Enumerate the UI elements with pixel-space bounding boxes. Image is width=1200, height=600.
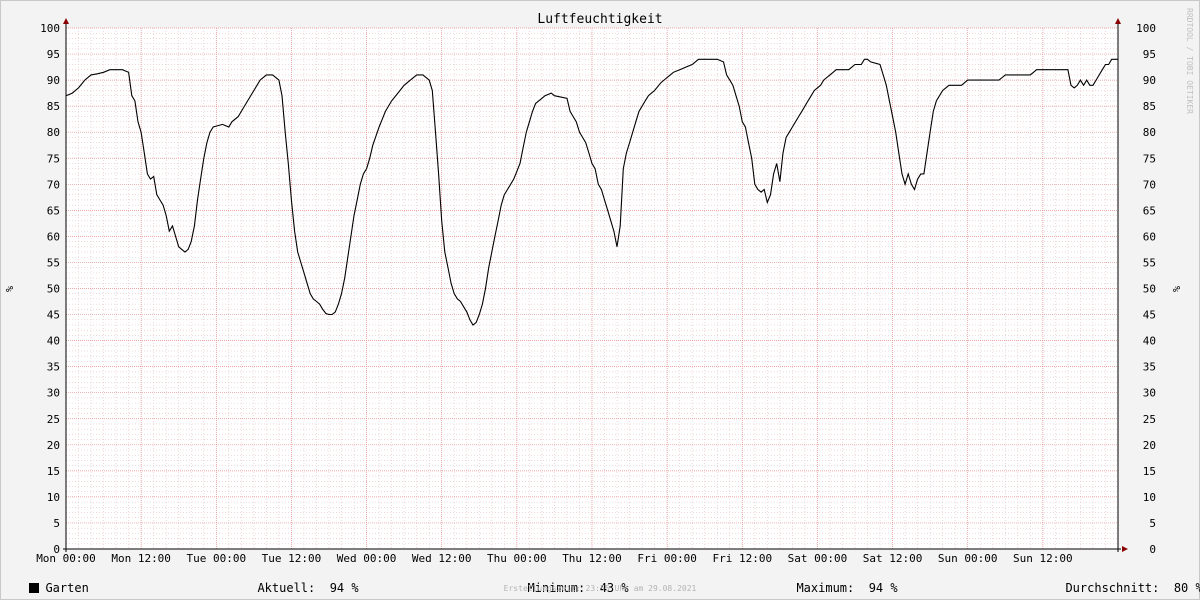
y-tick-label-left: 90 [47,74,60,87]
x-tick-label: Sun 00:00 [938,552,998,565]
y-tick-label-right: 45 [1143,309,1156,322]
x-tick-label: Sat 00:00 [788,552,848,565]
y-tick-label-left: 65 [47,204,60,217]
y-tick-label-left: 95 [47,48,60,61]
y-tick-label-right: 70 [1143,178,1156,191]
y-tick-label-right: 65 [1143,204,1156,217]
y-tick-label-right: 90 [1143,74,1156,87]
y-tick-label-left: 10 [47,491,60,504]
x-axis-arrow [1122,546,1128,552]
y-axis-arrow-right [1115,18,1121,24]
y-tick-label-left: 35 [47,361,60,374]
y-tick-label-left: 60 [47,230,60,243]
y-tick-label-left: 100 [40,22,60,35]
y-tick-label-left: 25 [47,413,60,426]
y-tick-label-right: 20 [1143,439,1156,452]
y-tick-label-left: 45 [47,309,60,322]
x-tick-label: Wed 00:00 [337,552,397,565]
y-tick-label-left: 50 [47,283,60,296]
y-tick-label-left: 40 [47,335,60,348]
y-tick-label-right: 75 [1143,152,1156,165]
x-tick-label: Wed 12:00 [412,552,472,565]
y-tick-label-left: 70 [47,178,60,191]
y-axis-label-right: % [1170,286,1181,292]
chart-title: Luftfeuchtigkeit [537,12,662,27]
y-tick-labels-left: 0510152025303540455055606570758085909510… [40,22,60,556]
y-tick-label-left: 75 [47,152,60,165]
x-tick-label: Sat 12:00 [863,552,923,565]
creation-timestamp: Erstellungszeit: 23:55 Uhr am 29.08.2021 [503,584,697,593]
x-tick-label: Sun 12:00 [1013,552,1073,565]
y-tick-label-left: 15 [47,465,60,478]
x-tick-label: Mon 12:00 [111,552,171,565]
x-tick-label: Tue 12:00 [262,552,322,565]
y-tick-label-left: 80 [47,126,60,139]
y-tick-labels-right: 0 5 10 15 20 25 30 35 40 45 50 55 60 65 70 75 80 85 90 95 10… [1136,22,1156,556]
x-tick-label: Fri 00:00 [637,552,697,565]
y-axis-arrow-left [63,18,69,24]
y-tick-label-right: 100 [1136,22,1156,35]
x-tick-label: Mon 00:00 [36,552,96,565]
y-tick-label-right: 50 [1143,283,1156,296]
y-tick-label-right: 15 [1143,465,1156,478]
y-tick-label-right: 35 [1143,361,1156,374]
y-tick-label-right: 5 [1149,517,1156,530]
y-tick-label-right: 85 [1143,100,1156,113]
y-tick-label-left: 55 [47,256,60,269]
y-tick-label-right: 10 [1143,491,1156,504]
y-tick-label-right: 55 [1143,256,1156,269]
y-tick-label-left: 20 [47,439,60,452]
rrdtool-watermark: RRDTOOL / TOBI OETIKER [1185,8,1194,114]
x-tick-label: Thu 12:00 [562,552,622,565]
y-tick-label-right: 0 [1149,543,1156,556]
x-tick-label: Fri 12:00 [712,552,772,565]
x-tick-labels: Mon 00:00 Mon 12:00 Tue 00:00 Tue 12:00 Wed … [36,552,1072,565]
y-tick-label-left: 5 [53,517,60,530]
y-tick-label-right: 80 [1143,126,1156,139]
y-tick-label-right: 25 [1143,413,1156,426]
y-tick-label-right: 30 [1143,387,1156,400]
y-tick-label-left: 85 [47,100,60,113]
x-tick-label: Thu 00:00 [487,552,547,565]
humidity-chart: Luftfeuchtigkeit % % 0 5 10 15 20 25 30 35 40 45 5… [5,12,1181,565]
y-tick-label-right: 40 [1143,335,1156,348]
y-tick-label-right: 95 [1143,48,1156,61]
x-tick-label: Tue 00:00 [186,552,246,565]
y-tick-label-left: 30 [47,387,60,400]
y-axis-label-left: % [5,286,16,292]
y-tick-label-right: 60 [1143,230,1156,243]
